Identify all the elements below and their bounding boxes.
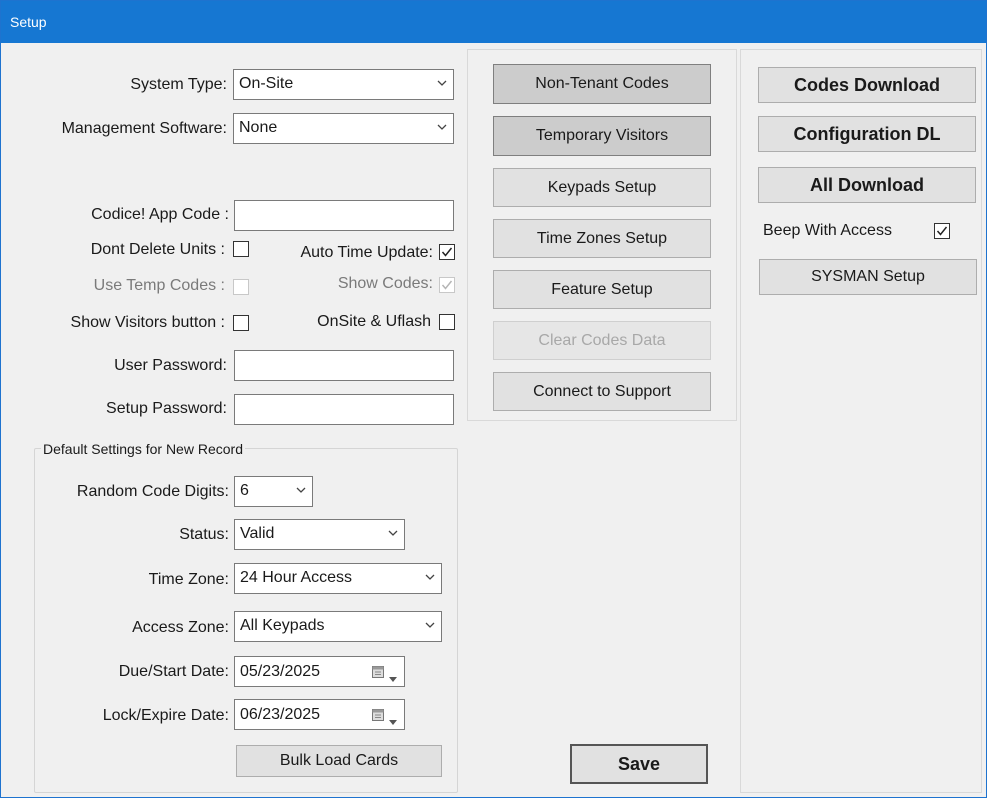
- window-title: Setup: [10, 14, 47, 30]
- status-value: Valid: [240, 525, 275, 542]
- time-zone-select[interactable]: 24 Hour Access: [234, 563, 442, 594]
- codes-download-button[interactable]: Codes Download: [758, 67, 976, 103]
- due-start-date-value: 05/23/2025: [240, 663, 321, 680]
- dont-delete-units-label: Dont Delete Units :: [90, 241, 225, 258]
- checkmark-icon: [936, 226, 948, 236]
- random-code-digits-value: 6: [240, 482, 249, 499]
- management-software-label: Management Software:: [61, 120, 227, 137]
- time-zone-label: Time Zone:: [148, 571, 229, 588]
- random-code-digits-select[interactable]: 6: [234, 476, 313, 507]
- system-type-value: On-Site: [239, 75, 294, 92]
- show-codes-label: Show Codes:: [337, 275, 433, 292]
- random-code-digits-label: Random Code Digits:: [76, 483, 229, 500]
- codice-app-code-input[interactable]: [234, 200, 454, 231]
- user-password-input[interactable]: [234, 350, 454, 381]
- chevron-down-icon: [437, 80, 447, 89]
- setup-window: Setup System Type: On-Site Management So…: [0, 0, 987, 798]
- configuration-dl-button[interactable]: Configuration DL: [758, 116, 976, 152]
- lock-expire-date-label: Lock/Expire Date:: [102, 707, 229, 724]
- dont-delete-units-checkbox[interactable]: [233, 241, 249, 257]
- all-download-button[interactable]: All Download: [758, 167, 976, 203]
- sysman-setup-button[interactable]: SYSMAN Setup: [759, 259, 977, 295]
- default-settings-group-title: Default Settings for New Record: [41, 441, 245, 457]
- use-temp-codes-label: Use Temp Codes :: [93, 277, 225, 294]
- chevron-down-icon: [389, 712, 397, 730]
- checkmark-icon: [441, 280, 453, 290]
- feature-setup-button[interactable]: Feature Setup: [493, 270, 711, 309]
- show-codes-checkbox[interactable]: [439, 277, 455, 293]
- keypads-setup-button[interactable]: Keypads Setup: [493, 168, 711, 207]
- checkmark-icon: [441, 247, 453, 257]
- status-label: Status:: [179, 526, 229, 543]
- clear-codes-data-button[interactable]: Clear Codes Data: [493, 321, 711, 360]
- bulk-load-cards-button[interactable]: Bulk Load Cards: [236, 745, 442, 777]
- system-type-select[interactable]: On-Site: [233, 69, 454, 100]
- save-button[interactable]: Save: [570, 744, 708, 784]
- calendar-icon: [372, 665, 384, 683]
- setup-password-input[interactable]: [234, 394, 454, 425]
- use-temp-codes-checkbox[interactable]: [233, 279, 249, 295]
- lock-expire-date-picker[interactable]: 06/23/2025: [234, 699, 405, 730]
- chevron-down-icon: [389, 669, 397, 687]
- temporary-visitors-button[interactable]: Temporary Visitors: [493, 116, 711, 156]
- lock-expire-date-value: 06/23/2025: [240, 706, 321, 723]
- show-visitors-button-checkbox[interactable]: [233, 315, 249, 331]
- connect-to-support-button[interactable]: Connect to Support: [493, 372, 711, 411]
- right-panel: [740, 49, 982, 793]
- calendar-icon: [372, 708, 384, 726]
- beep-with-access-checkbox[interactable]: [934, 223, 950, 239]
- status-select[interactable]: Valid: [234, 519, 405, 550]
- due-start-date-label: Due/Start Date:: [118, 663, 229, 680]
- user-password-label: User Password:: [114, 357, 227, 374]
- access-zone-value: All Keypads: [240, 617, 325, 634]
- non-tenant-codes-button[interactable]: Non-Tenant Codes: [493, 64, 711, 104]
- auto-time-update-checkbox[interactable]: [439, 244, 455, 260]
- title-bar[interactable]: Setup: [1, 1, 986, 43]
- time-zones-setup-button[interactable]: Time Zones Setup: [493, 219, 711, 258]
- due-start-date-picker[interactable]: 05/23/2025: [234, 656, 405, 687]
- chevron-down-icon: [437, 124, 447, 133]
- chevron-down-icon: [388, 530, 398, 539]
- management-software-select[interactable]: None: [233, 113, 454, 144]
- system-type-label: System Type:: [130, 76, 227, 93]
- chevron-down-icon: [425, 622, 435, 631]
- chevron-down-icon: [296, 487, 306, 496]
- codice-app-code-label: Codice! App Code :: [91, 206, 229, 223]
- onsite-uflash-label: OnSite & Uflash: [317, 313, 431, 330]
- beep-with-access-label: Beep With Access: [763, 222, 892, 239]
- auto-time-update-label: Auto Time Update:: [300, 244, 433, 261]
- setup-password-label: Setup Password:: [106, 400, 227, 417]
- access-zone-select[interactable]: All Keypads: [234, 611, 442, 642]
- onsite-uflash-checkbox[interactable]: [439, 314, 455, 330]
- chevron-down-icon: [425, 574, 435, 583]
- show-visitors-button-label: Show Visitors button :: [70, 314, 225, 331]
- time-zone-value: 24 Hour Access: [240, 569, 353, 586]
- access-zone-label: Access Zone:: [132, 619, 229, 636]
- management-software-value: None: [239, 119, 278, 136]
